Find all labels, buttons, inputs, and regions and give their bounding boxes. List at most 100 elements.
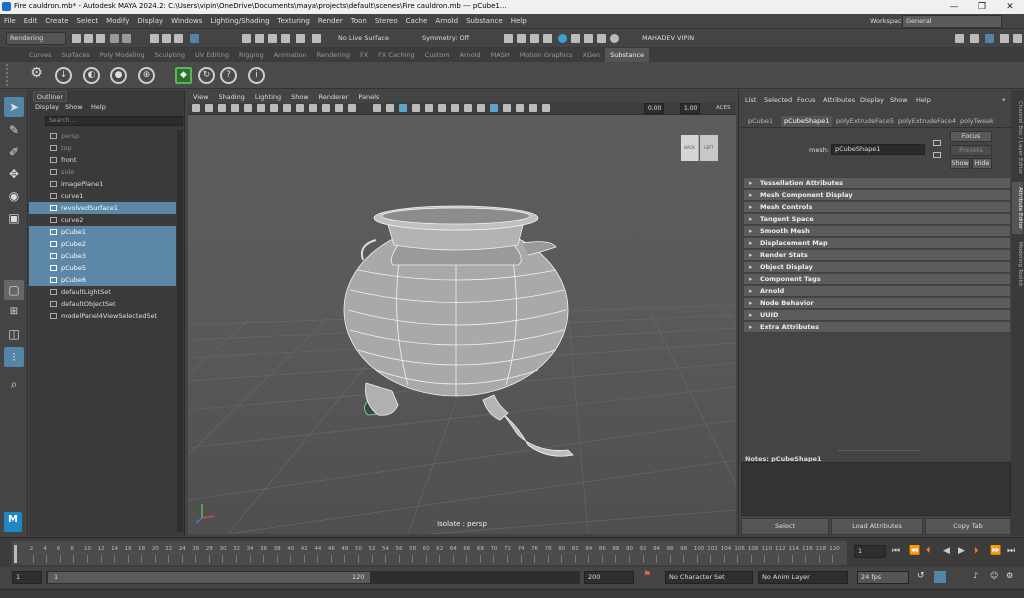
backface-icon[interactable]	[542, 104, 550, 112]
copy-tab-button[interactable]: Copy Tab	[925, 518, 1011, 535]
viewport-menu-show[interactable]: Show	[286, 92, 314, 103]
step-forward-frame-icon[interactable]: ⏩	[990, 546, 1001, 556]
lasso-tool-icon[interactable]: ✎	[4, 120, 24, 140]
outliner-search-input[interactable]: Search...	[45, 116, 183, 126]
sidebar-toggle-icon[interactable]	[955, 34, 964, 43]
2d-pan-zoom-icon[interactable]	[244, 104, 252, 112]
side-tab-modeling-toolkit[interactable]: Modeling Toolkit	[1012, 238, 1023, 290]
ae-section-component-tags[interactable]: Component Tags	[744, 274, 1010, 285]
outliner-menu-show[interactable]: Show	[65, 103, 83, 111]
outliner-menu-display[interactable]: Display	[35, 103, 59, 111]
outliner-row[interactable]: side	[29, 166, 176, 178]
ae-menu-focus[interactable]: Focus	[797, 96, 816, 104]
shelf-tab-uv-editing[interactable]: UV Editing	[190, 48, 234, 62]
go-to-end-icon[interactable]: ⏭	[1007, 546, 1015, 556]
range-slider-track[interactable]: 1 120	[46, 571, 580, 584]
xray-components-icon[interactable]	[529, 104, 537, 112]
presets-button[interactable]: Presets	[950, 145, 992, 156]
shelf-tab-fx-caching[interactable]: FX Caching	[373, 48, 420, 62]
snap-curve-icon[interactable]	[255, 34, 264, 43]
ae-section-extra-attributes[interactable]: Extra Attributes	[744, 322, 1010, 333]
side-tab-channel-box[interactable]: Channel Box / Layer Editor	[1012, 98, 1023, 178]
play-forwards-icon[interactable]: ▶	[958, 546, 965, 556]
ae-tab-polyextrudeface4[interactable]: polyExtrudeFace4	[895, 116, 959, 127]
end-time-field[interactable]: 200	[584, 571, 634, 584]
select-camera-icon[interactable]	[192, 104, 200, 112]
render-frame-icon[interactable]	[504, 34, 513, 43]
film-gate-icon[interactable]	[283, 104, 291, 112]
gate-mask-icon[interactable]	[309, 104, 317, 112]
substance-bake-icon[interactable]: ●	[110, 67, 127, 84]
xray-joints-icon[interactable]	[516, 104, 524, 112]
shelf-handle[interactable]	[6, 64, 12, 86]
menu-display[interactable]: Display	[133, 14, 167, 29]
ipr-render-icon[interactable]	[517, 34, 526, 43]
outliner-row[interactable]: defaultObjectSet	[29, 298, 176, 310]
snap-plane-icon[interactable]	[281, 34, 290, 43]
snap-live-icon[interactable]	[296, 34, 305, 43]
light-editor-icon[interactable]	[597, 34, 606, 43]
make-live-icon[interactable]	[312, 34, 321, 43]
ae-section-tangent-space[interactable]: Tangent Space	[744, 214, 1010, 225]
menu-render[interactable]: Render	[314, 14, 347, 29]
step-back-frame-icon[interactable]: ⏪	[909, 546, 920, 556]
viewport-menu-panels[interactable]: Panels	[353, 92, 384, 103]
shelf-tab-surfaces[interactable]: Surfaces	[57, 48, 95, 62]
anim-layer-dropdown[interactable]: No Anim Layer	[758, 571, 848, 584]
gamma-field[interactable]: 1.00	[680, 103, 700, 114]
safe-action-icon[interactable]	[335, 104, 343, 112]
outliner-scrollbar[interactable]	[177, 130, 183, 532]
attribute-editor-toggle-icon[interactable]	[985, 34, 994, 43]
show-button[interactable]: Show	[950, 158, 970, 169]
resolution-gate-icon[interactable]	[296, 104, 304, 112]
ae-menu-attributes[interactable]: Attributes	[823, 96, 855, 104]
wireframe-on-shaded-icon[interactable]	[399, 104, 407, 112]
outliner-tab[interactable]: Outliner	[33, 91, 67, 102]
anti-aliasing-icon[interactable]	[477, 104, 485, 112]
menu-toon[interactable]: Toon	[347, 14, 371, 29]
four-view-layout-icon[interactable]: ⊞	[4, 302, 24, 322]
go-to-start-icon[interactable]: ⏮	[892, 546, 900, 556]
ae-tab-pcube1[interactable]: pCube1	[745, 116, 776, 127]
command-line[interactable]	[0, 589, 1024, 598]
render-setup-icon[interactable]	[584, 34, 593, 43]
menu-texturing[interactable]: Texturing	[274, 14, 314, 29]
tool-settings-icon[interactable]	[1000, 34, 1009, 43]
ae-tab-pcubeshape1[interactable]: pCubeShape1	[781, 116, 833, 127]
shelf-tab-xgen[interactable]: XGen	[578, 48, 606, 62]
outliner-row[interactable]: pCube3	[29, 250, 176, 262]
notes-splitter[interactable]	[839, 450, 919, 451]
shelf-tab-fx[interactable]: FX	[355, 48, 373, 62]
menu-help[interactable]: Help	[507, 14, 531, 29]
wireframe-icon[interactable]	[373, 104, 381, 112]
person-icon[interactable]: ☺	[990, 571, 998, 580]
ae-section-smooth-mesh[interactable]: Smooth Mesh	[744, 226, 1010, 237]
paint-select-tool-icon[interactable]: ✐	[4, 142, 24, 162]
menu-cache[interactable]: Cache	[402, 14, 432, 29]
current-time-indicator[interactable]	[14, 545, 17, 563]
ae-menu-display[interactable]: Display	[860, 96, 884, 104]
select-input-icon[interactable]	[933, 140, 941, 146]
motion-blur-icon[interactable]	[464, 104, 472, 112]
time-slider-track[interactable]: 2 4 6 8 10 12 14 16 18 20 22 24 26 28 30 32 34 36 38 40 42 44…	[12, 541, 847, 565]
outliner-row[interactable]: imagePlane1	[29, 178, 176, 190]
new-scene-icon[interactable]	[72, 34, 81, 43]
menu-arnold[interactable]: Arnold	[431, 14, 462, 29]
menu-lighting-shading[interactable]: Lighting/Shading	[206, 14, 273, 29]
fps-dropdown[interactable]: 24 fps	[857, 571, 909, 584]
preferences-icon[interactable]: ⚙	[1006, 571, 1013, 580]
maximize-button[interactable]: ❐	[968, 0, 996, 14]
shelf-tab-motion-graphics[interactable]: Motion Graphics	[515, 48, 578, 62]
viewcube-back-face[interactable]: BACK	[681, 135, 699, 161]
substance-source-icon[interactable]: ◆	[175, 67, 192, 84]
shelf-tab-rigging[interactable]: Rigging	[234, 48, 269, 62]
save-scene-icon[interactable]	[96, 34, 105, 43]
loop-icon[interactable]: ↺	[917, 571, 925, 581]
focus-button[interactable]: Focus	[950, 131, 992, 142]
perspective-viewport[interactable]: BACK LEFT Isolate : persp	[188, 115, 736, 534]
move-tool-icon[interactable]: ✥	[4, 164, 24, 184]
settings-gear-icon[interactable]: ⚙	[28, 66, 45, 84]
shadows-icon[interactable]	[438, 104, 446, 112]
select-component-icon[interactable]	[174, 34, 183, 43]
menu-edit[interactable]: Edit	[20, 14, 42, 29]
